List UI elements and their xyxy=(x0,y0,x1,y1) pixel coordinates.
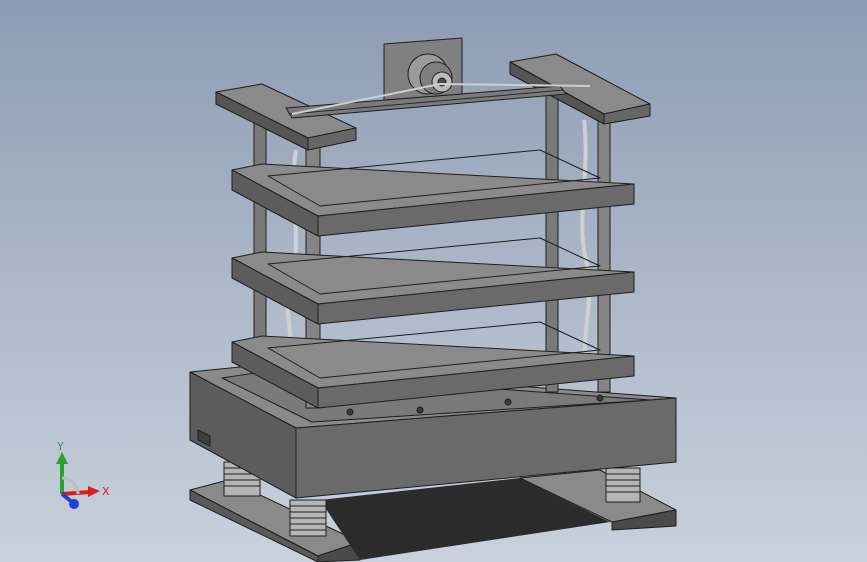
top-crossbar-left[interactable] xyxy=(215,83,357,151)
axis-triad[interactable]: Y X xyxy=(40,438,120,518)
x-axis-arrow xyxy=(61,490,91,496)
shelf-frame-1[interactable] xyxy=(231,149,635,237)
y-axis-label: Y xyxy=(56,440,64,453)
z-axis-head xyxy=(69,499,79,509)
x-axis-label: X xyxy=(102,485,110,498)
spring-front-right[interactable] xyxy=(605,467,641,503)
shelf-frame-2[interactable] xyxy=(231,237,635,325)
3d-viewport[interactable]: Y X xyxy=(0,0,867,562)
y-axis-head xyxy=(56,452,68,464)
post-back-left[interactable] xyxy=(253,117,267,369)
x-axis-head xyxy=(88,486,100,497)
spring-front-left[interactable] xyxy=(289,499,327,537)
cad-model-view[interactable] xyxy=(0,0,867,562)
